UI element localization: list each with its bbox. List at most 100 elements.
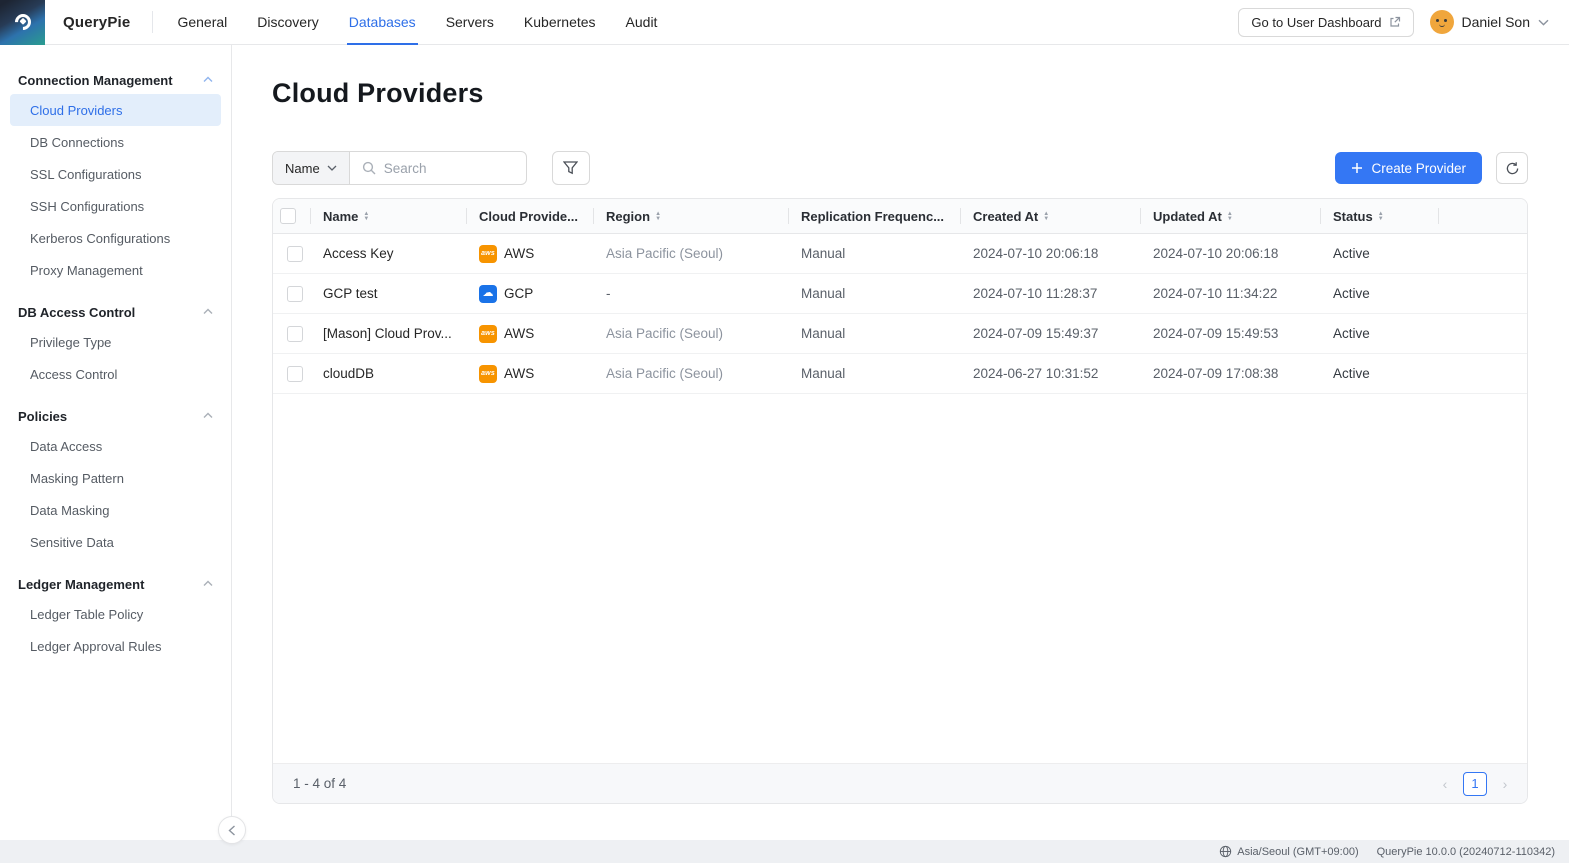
- row-checkbox[interactable]: [287, 366, 303, 382]
- sidebar-item-ssl-configurations[interactable]: SSL Configurations: [10, 158, 221, 190]
- refresh-button[interactable]: [1496, 152, 1528, 184]
- column-header-created-at[interactable]: Created At ▲▼: [961, 199, 1141, 233]
- main-content: Cloud Providers Name: [232, 45, 1569, 840]
- nav-divider: [152, 11, 153, 33]
- toolbar: Name Create Provider: [272, 151, 1528, 185]
- cell-replication-frequency: Manual: [789, 246, 961, 261]
- sidebar-header-policies[interactable]: Policies: [10, 403, 221, 430]
- cell-created-at: 2024-07-10 11:28:37: [961, 286, 1141, 301]
- table-empty-space: [273, 394, 1527, 763]
- search-field-selector[interactable]: Name: [273, 152, 350, 184]
- row-checkbox[interactable]: [287, 286, 303, 302]
- column-header-updated-at[interactable]: Updated At ▲▼: [1141, 199, 1321, 233]
- search-input[interactable]: [384, 161, 514, 176]
- dashboard-button-label: Go to User Dashboard: [1251, 15, 1381, 30]
- sidebar-item-masking-pattern[interactable]: Masking Pattern: [10, 462, 221, 494]
- tab-audit[interactable]: Audit: [624, 0, 660, 45]
- cell-region: Asia Pacific (Seoul): [594, 246, 789, 261]
- sort-icon: ▲▼: [1378, 212, 1384, 221]
- section-title: Connection Management: [18, 73, 173, 88]
- column-header-cloud-provider[interactable]: Cloud Provide...: [467, 199, 594, 233]
- table-row[interactable]: cloudDB aws AWS Asia Pacific (Seoul) Man…: [273, 354, 1527, 394]
- cell-replication-frequency: Manual: [789, 326, 961, 341]
- column-label: Updated At: [1153, 209, 1222, 224]
- sidebar-header-db-access-control[interactable]: DB Access Control: [10, 299, 221, 326]
- section-title: Policies: [18, 409, 67, 424]
- cell-replication-frequency: Manual: [789, 366, 961, 381]
- sidebar-item-data-masking[interactable]: Data Masking: [10, 494, 221, 526]
- tab-kubernetes[interactable]: Kubernetes: [522, 0, 598, 45]
- tab-discovery[interactable]: Discovery: [255, 0, 320, 45]
- column-header-name[interactable]: Name ▲▼: [311, 199, 467, 233]
- sidebar-item-cloud-providers[interactable]: Cloud Providers: [10, 94, 221, 126]
- go-to-user-dashboard-button[interactable]: Go to User Dashboard: [1238, 8, 1413, 37]
- user-menu[interactable]: Daniel Son: [1430, 10, 1550, 34]
- table-footer: 1 - 4 of 4 ‹ 1 ›: [273, 763, 1527, 803]
- sidebar-item-ledger-table-policy[interactable]: Ledger Table Policy: [10, 598, 221, 630]
- chevron-up-icon: [203, 412, 213, 422]
- tab-databases[interactable]: Databases: [347, 0, 418, 45]
- cell-created-at: 2024-06-27 10:31:52: [961, 366, 1141, 381]
- gcp-icon: ☁: [479, 285, 497, 303]
- cell-region: Asia Pacific (Seoul): [594, 366, 789, 381]
- column-header-status[interactable]: Status ▲▼: [1321, 199, 1439, 233]
- sidebar-item-ssh-configurations[interactable]: SSH Configurations: [10, 190, 221, 222]
- cell-cloud-provider: aws AWS: [467, 245, 594, 263]
- table-header-row: Name ▲▼ Cloud Provide... Region ▲▼ Repli…: [273, 199, 1527, 234]
- sidebar-section-connection-management: Connection Management Cloud Providers DB…: [10, 67, 221, 286]
- sidebar-item-access-control[interactable]: Access Control: [10, 358, 221, 390]
- sidebar-item-db-connections[interactable]: DB Connections: [10, 126, 221, 158]
- row-checkbox[interactable]: [287, 326, 303, 342]
- provider-label: AWS: [504, 246, 534, 261]
- table-row[interactable]: [Mason] Cloud Prov... aws AWS Asia Pacif…: [273, 314, 1527, 354]
- column-label: Region: [606, 209, 650, 224]
- page-number-button[interactable]: 1: [1463, 772, 1487, 796]
- cell-region: Asia Pacific (Seoul): [594, 326, 789, 341]
- sidebar-collapse-button[interactable]: [218, 816, 246, 844]
- cell-updated-at: 2024-07-10 20:06:18: [1141, 246, 1321, 261]
- plus-icon: [1351, 162, 1363, 174]
- cell-status: Active: [1321, 246, 1439, 261]
- sidebar-item-privilege-type[interactable]: Privilege Type: [10, 326, 221, 358]
- provider-label: AWS: [504, 326, 534, 341]
- sidebar-item-kerberos-configurations[interactable]: Kerberos Configurations: [10, 222, 221, 254]
- cell-updated-at: 2024-07-09 15:49:53: [1141, 326, 1321, 341]
- cell-status: Active: [1321, 366, 1439, 381]
- section-title: Ledger Management: [18, 577, 144, 592]
- primary-tabs: General Discovery Databases Servers Kube…: [175, 0, 659, 45]
- search-box: [350, 152, 526, 184]
- pagination: ‹ 1 ›: [1437, 772, 1513, 796]
- sidebar-item-ledger-approval-rules[interactable]: Ledger Approval Rules: [10, 630, 221, 662]
- logo-ring-icon: [11, 11, 34, 34]
- filter-button[interactable]: [552, 151, 590, 185]
- sidebar-item-data-access[interactable]: Data Access: [10, 430, 221, 462]
- column-header-region[interactable]: Region ▲▼: [594, 199, 789, 233]
- select-all-checkbox[interactable]: [280, 208, 296, 224]
- pagination-range: 1 - 4 of 4: [293, 776, 346, 791]
- table-row[interactable]: GCP test ☁ GCP - Manual 2024-07-10 11:28…: [273, 274, 1527, 314]
- tab-general[interactable]: General: [175, 0, 229, 45]
- column-header-actions: [1439, 199, 1527, 233]
- sidebar-item-proxy-management[interactable]: Proxy Management: [10, 254, 221, 286]
- previous-page-button[interactable]: ‹: [1437, 776, 1453, 792]
- column-header-replication-frequency[interactable]: Replication Frequenc...: [789, 199, 961, 233]
- tab-servers[interactable]: Servers: [444, 0, 496, 45]
- cell-name: [Mason] Cloud Prov...: [311, 326, 467, 341]
- create-provider-label: Create Provider: [1371, 161, 1466, 176]
- sidebar-item-sensitive-data[interactable]: Sensitive Data: [10, 526, 221, 558]
- sort-icon: ▲▼: [655, 212, 661, 221]
- provider-label: GCP: [504, 286, 533, 301]
- cell-created-at: 2024-07-10 20:06:18: [961, 246, 1141, 261]
- next-page-button[interactable]: ›: [1497, 776, 1513, 792]
- refresh-icon: [1505, 161, 1520, 176]
- table-row[interactable]: Access Key aws AWS Asia Pacific (Seoul) …: [273, 234, 1527, 274]
- chevron-up-icon: [203, 308, 213, 318]
- sidebar-header-connection-management[interactable]: Connection Management: [10, 67, 221, 94]
- cell-cloud-provider: ☁ GCP: [467, 285, 594, 303]
- user-name: Daniel Son: [1462, 14, 1531, 30]
- chevron-down-icon: [327, 165, 337, 171]
- sidebar-header-ledger-management[interactable]: Ledger Management: [10, 571, 221, 598]
- page-title: Cloud Providers: [272, 78, 1528, 109]
- row-checkbox[interactable]: [287, 246, 303, 262]
- create-provider-button[interactable]: Create Provider: [1335, 152, 1482, 184]
